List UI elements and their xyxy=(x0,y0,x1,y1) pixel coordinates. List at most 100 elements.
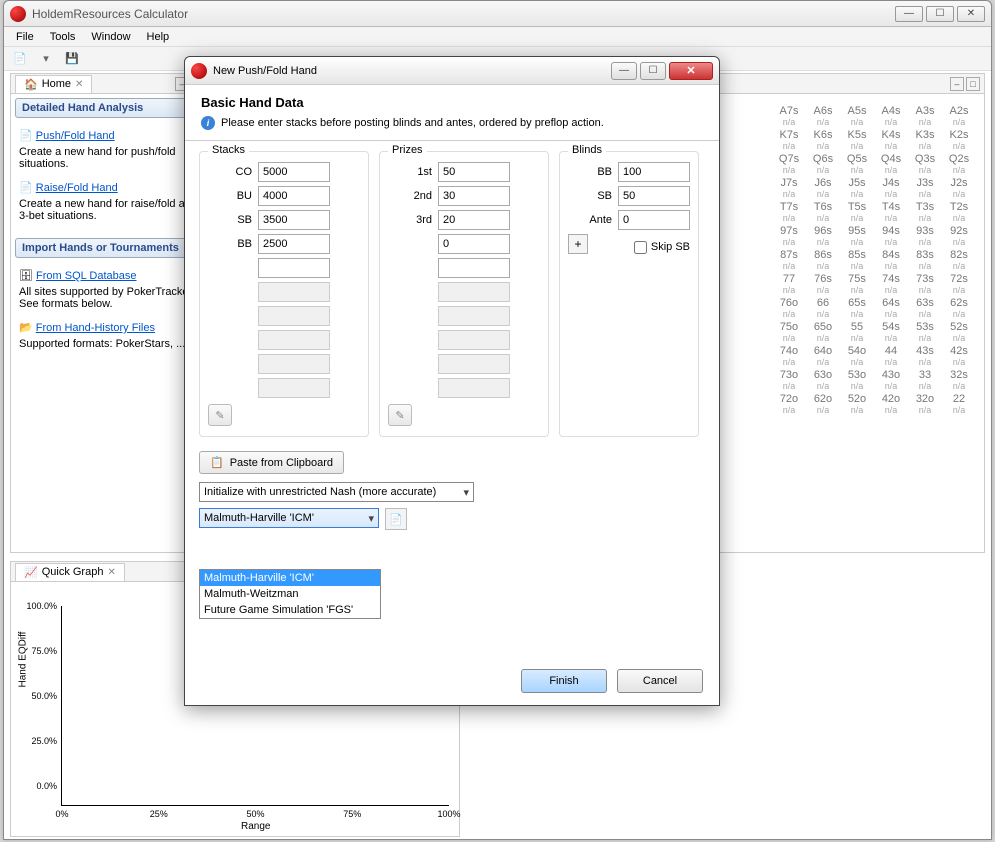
hand-cell[interactable]: 97s xyxy=(772,225,806,237)
dialog-minimize-button[interactable]: — xyxy=(611,62,637,80)
hand-cell[interactable]: 73s xyxy=(908,273,942,285)
hand-cell[interactable]: Q3s xyxy=(908,153,942,165)
hand-cell[interactable]: 53o xyxy=(840,369,874,381)
hand-cell[interactable]: A3s xyxy=(908,105,942,117)
prize-input[interactable] xyxy=(438,186,510,206)
hand-cell[interactable]: 83s xyxy=(908,249,942,261)
hand-cell[interactable]: K4s xyxy=(874,129,908,141)
hand-cell[interactable]: 65s xyxy=(840,297,874,309)
close-button[interactable]: ✕ xyxy=(957,6,985,22)
hand-cell[interactable]: 77 xyxy=(772,273,806,285)
stack-input[interactable] xyxy=(258,186,330,206)
hand-cell[interactable]: T7s xyxy=(772,201,806,213)
hand-cell[interactable]: 72s xyxy=(942,273,976,285)
hand-cell[interactable]: 96s xyxy=(806,225,840,237)
clear-stacks-button[interactable]: ✎ xyxy=(208,404,232,426)
hand-cell[interactable]: 76o xyxy=(772,297,806,309)
hand-cell[interactable]: 22 xyxy=(942,393,976,405)
copy-model-button[interactable]: 📄 xyxy=(385,508,407,530)
hand-cell[interactable]: 74o xyxy=(772,345,806,357)
hand-cell[interactable]: T6s xyxy=(806,201,840,213)
hand-cell[interactable]: 64o xyxy=(806,345,840,357)
dialog-close-button[interactable]: ✕ xyxy=(669,62,713,80)
hand-cell[interactable]: 87s xyxy=(772,249,806,261)
tab-home[interactable]: 🏠 Home ✕ xyxy=(15,75,92,93)
hand-cell[interactable]: 65o xyxy=(806,321,840,333)
hand-cell[interactable]: 93s xyxy=(908,225,942,237)
hand-cell[interactable]: 74s xyxy=(874,273,908,285)
hand-cell[interactable]: A7s xyxy=(772,105,806,117)
hand-cell[interactable]: 62o xyxy=(806,393,840,405)
hand-cell[interactable]: Q6s xyxy=(806,153,840,165)
tab-quick-graph[interactable]: 📈 Quick Graph ✕ xyxy=(15,563,125,581)
hand-cell[interactable]: 84s xyxy=(874,249,908,261)
hand-cell[interactable]: 42o xyxy=(874,393,908,405)
menu-window[interactable]: Window xyxy=(85,29,136,45)
hand-cell[interactable]: 63s xyxy=(908,297,942,309)
hand-cell[interactable]: J6s xyxy=(806,177,840,189)
stack-input[interactable] xyxy=(258,234,330,254)
hand-cell[interactable]: K3s xyxy=(908,129,942,141)
toolbar-save-icon[interactable]: 💾 xyxy=(62,50,82,68)
tab-close-icon[interactable]: ✕ xyxy=(107,567,115,578)
hand-cell[interactable]: 32o xyxy=(908,393,942,405)
hand-cell[interactable]: Q5s xyxy=(840,153,874,165)
stack-input-blank[interactable] xyxy=(258,258,330,278)
hand-cell[interactable]: 53s xyxy=(908,321,942,333)
hand-cell[interactable]: Q7s xyxy=(772,153,806,165)
hand-cell[interactable]: K2s xyxy=(942,129,976,141)
hand-cell[interactable]: Q4s xyxy=(874,153,908,165)
minimize-button[interactable]: — xyxy=(895,6,923,22)
hand-cell[interactable]: J2s xyxy=(942,177,976,189)
hand-cell[interactable]: A4s xyxy=(874,105,908,117)
hand-cell[interactable]: A2s xyxy=(942,105,976,117)
toolbar-new-icon[interactable]: 📄 xyxy=(10,50,30,68)
hand-cell[interactable]: 43s xyxy=(908,345,942,357)
model-combo[interactable]: Malmuth-Harville 'ICM' xyxy=(199,508,379,528)
stack-input[interactable] xyxy=(258,210,330,230)
hand-cell[interactable]: 75s xyxy=(840,273,874,285)
hand-cell[interactable]: 95s xyxy=(840,225,874,237)
hand-cell[interactable]: T2s xyxy=(942,201,976,213)
hand-cell[interactable]: 52o xyxy=(840,393,874,405)
hand-cell[interactable]: 32s xyxy=(942,369,976,381)
hand-cell[interactable]: J4s xyxy=(874,177,908,189)
hand-cell[interactable]: Q2s xyxy=(942,153,976,165)
hand-cell[interactable]: 33 xyxy=(908,369,942,381)
hand-cell[interactable]: J7s xyxy=(772,177,806,189)
dialog-maximize-button[interactable]: ☐ xyxy=(640,62,666,80)
prize-input[interactable] xyxy=(438,234,510,254)
maximize-view-icon[interactable]: □ xyxy=(966,77,980,91)
link-pushfold-hand[interactable]: Push/Fold Hand xyxy=(36,130,115,142)
hand-cell[interactable]: 54s xyxy=(874,321,908,333)
hand-cell[interactable]: 82s xyxy=(942,249,976,261)
hand-cell[interactable]: K5s xyxy=(840,129,874,141)
tab-close-icon[interactable]: ✕ xyxy=(75,79,83,90)
hand-cell[interactable]: T4s xyxy=(874,201,908,213)
add-blind-button[interactable]: + xyxy=(568,234,588,254)
link-raisefold-hand[interactable]: Raise/Fold Hand xyxy=(36,182,118,194)
hand-cell[interactable]: 94s xyxy=(874,225,908,237)
hand-cell[interactable]: 92s xyxy=(942,225,976,237)
hand-cell[interactable]: 55 xyxy=(840,321,874,333)
link-hh-files[interactable]: From Hand-History Files xyxy=(36,322,155,334)
sb-input[interactable] xyxy=(618,186,690,206)
stack-input[interactable] xyxy=(258,162,330,182)
hand-cell[interactable]: K7s xyxy=(772,129,806,141)
hand-cell[interactable]: 66 xyxy=(806,297,840,309)
menu-tools[interactable]: Tools xyxy=(44,29,82,45)
hand-cell[interactable]: 75o xyxy=(772,321,806,333)
finish-button[interactable]: Finish xyxy=(521,669,607,693)
menu-file[interactable]: File xyxy=(10,29,40,45)
paste-clipboard-button[interactable]: 📋 Paste from Clipboard xyxy=(199,451,344,474)
hand-cell[interactable]: 76s xyxy=(806,273,840,285)
hand-cell[interactable]: 63o xyxy=(806,369,840,381)
skip-sb-checkbox[interactable] xyxy=(634,241,647,254)
prize-input[interactable] xyxy=(438,210,510,230)
init-combo[interactable]: Initialize with unrestricted Nash (more … xyxy=(199,482,474,502)
hand-cell[interactable]: 72o xyxy=(772,393,806,405)
hand-cell[interactable]: J3s xyxy=(908,177,942,189)
ante-input[interactable] xyxy=(618,210,690,230)
hand-cell[interactable]: A6s xyxy=(806,105,840,117)
link-sql-database[interactable]: From SQL Database xyxy=(36,270,136,282)
